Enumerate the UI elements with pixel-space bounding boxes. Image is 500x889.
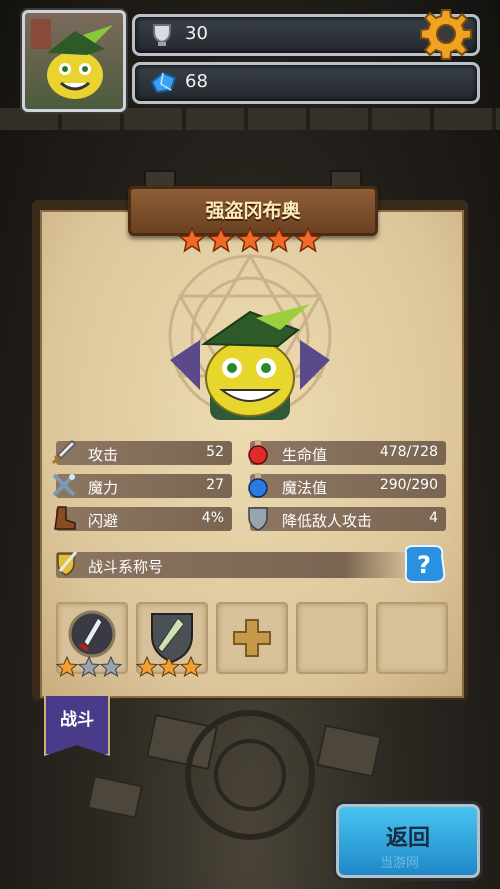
hero-figure bbox=[170, 304, 330, 420]
battle-title-bar[interactable]: 战斗系称号 bbox=[56, 551, 416, 578]
skill-1-stars bbox=[56, 656, 123, 678]
gem-counter: 68 bbox=[132, 62, 480, 104]
watermark: 当游网 bbox=[380, 856, 420, 871]
stat-hp-label: 生命值 bbox=[282, 446, 328, 464]
stat-reduce-attack-label: 降低敌人攻击 bbox=[282, 512, 373, 530]
star-icon bbox=[179, 656, 203, 678]
blue-gem-icon bbox=[150, 71, 177, 94]
battle-title-label: 战斗系称号 bbox=[88, 558, 164, 576]
rating-stars bbox=[178, 226, 322, 253]
svg-text:?: ? bbox=[417, 551, 431, 579]
sword-icon bbox=[51, 439, 77, 465]
stat-magic-value: 27 bbox=[206, 477, 224, 493]
star-icon bbox=[136, 656, 159, 678]
star-icon bbox=[207, 226, 235, 253]
stat-reduce-attack: 降低敌人攻击 4 bbox=[248, 507, 446, 531]
stat-hp: 生命值 478/728 bbox=[248, 440, 446, 465]
skill-2-stars bbox=[136, 656, 203, 678]
stat-hp-value: 478/728 bbox=[379, 444, 438, 460]
red-potion-icon bbox=[248, 440, 268, 465]
stat-mp-label: 魔法值 bbox=[282, 479, 328, 497]
star-icon bbox=[157, 656, 181, 678]
skill-slot-empty[interactable] bbox=[296, 602, 368, 674]
stat-dodge: 闪避 4% bbox=[54, 506, 232, 531]
stat-dodge-value: 4% bbox=[201, 510, 224, 526]
gem-count: 68 bbox=[185, 71, 208, 92]
skill-slot-add[interactable] bbox=[216, 602, 288, 674]
shield-icon bbox=[248, 507, 268, 531]
star-icon bbox=[56, 656, 79, 678]
hero-star-rating bbox=[178, 226, 328, 254]
hero-portrait-icon bbox=[31, 19, 113, 99]
tab-battle-label: 战斗 bbox=[60, 710, 94, 730]
hero-avatar[interactable] bbox=[22, 10, 126, 112]
star-icon bbox=[294, 226, 322, 253]
skill-slot-empty[interactable] bbox=[376, 602, 448, 674]
stat-reduce-attack-value: 4 bbox=[429, 510, 438, 526]
settings-gear-icon[interactable] bbox=[420, 8, 472, 60]
stat-magic-label: 魔力 bbox=[88, 479, 119, 497]
sword-shield-icon bbox=[57, 551, 78, 576]
trophy-count: 30 bbox=[185, 23, 208, 44]
stat-attack-label: 攻击 bbox=[88, 446, 119, 464]
star-icon bbox=[178, 226, 206, 253]
floor-seal bbox=[185, 710, 315, 840]
stat-magic: 魔力 27 bbox=[52, 473, 232, 498]
blue-potion-icon bbox=[248, 473, 268, 498]
star-icon bbox=[265, 226, 293, 253]
help-question-icon[interactable]: ? bbox=[400, 542, 448, 586]
plus-icon bbox=[233, 619, 271, 657]
star-icon bbox=[236, 226, 264, 253]
crossed-wands-icon bbox=[52, 473, 76, 497]
star-icon bbox=[77, 656, 101, 678]
stat-dodge-label: 闪避 bbox=[88, 512, 119, 530]
trophy-icon bbox=[153, 24, 171, 46]
stat-attack-value: 52 bbox=[206, 444, 224, 460]
stat-mp: 魔法值 290/290 bbox=[248, 473, 446, 498]
boot-icon bbox=[54, 506, 76, 530]
star-icon bbox=[99, 656, 123, 678]
stat-mp-value: 290/290 bbox=[379, 477, 438, 493]
stat-attack: 攻击 52 bbox=[51, 439, 232, 465]
